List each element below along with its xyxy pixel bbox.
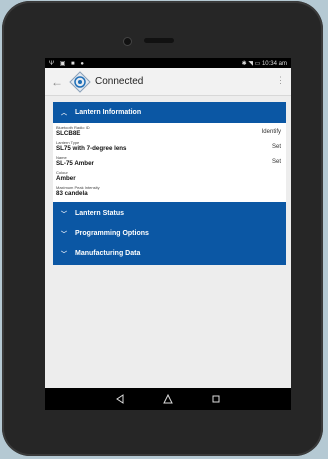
status-time: 10:34 am bbox=[261, 60, 287, 67]
overflow-menu-icon[interactable]: ⋮ bbox=[276, 75, 285, 86]
nav-home-icon[interactable] bbox=[163, 394, 173, 404]
chevron-down-icon: ﹀ bbox=[61, 211, 68, 218]
usb-icon: Ψ bbox=[49, 60, 57, 67]
front-camera bbox=[124, 38, 131, 45]
field-value: SL75 with 7-degree lens bbox=[56, 145, 127, 152]
earpiece-speaker bbox=[144, 38, 174, 43]
lantern-information-details: Bluetooth Radio ID SLCB8E Identify Lante… bbox=[53, 123, 286, 202]
set-name-button[interactable]: Set bbox=[272, 159, 281, 165]
chevron-up-icon: ︿ bbox=[61, 111, 68, 117]
wifi-icon: ◥ bbox=[248, 60, 253, 67]
image-icon: ▣ bbox=[59, 60, 68, 67]
status-bar: Ψ ▣ ■ ● ✱ ◥ ▭ 10:34 am bbox=[45, 58, 291, 68]
field-value: 83 candela bbox=[56, 190, 88, 197]
app-bar: ← Connected ⋮ bbox=[45, 68, 291, 96]
main-content: ︿ Lantern Information Bluetooth Radio ID… bbox=[53, 102, 286, 265]
set-lantern-type-button[interactable]: Set bbox=[272, 144, 281, 150]
field-value: SL-75 Amber bbox=[56, 160, 94, 167]
nav-recents-icon[interactable] bbox=[211, 394, 221, 404]
section-header-programming-options[interactable]: ﹀ Programming Options bbox=[53, 223, 286, 243]
section-header-lantern-status[interactable]: ﹀ Lantern Status bbox=[53, 203, 286, 223]
section-header-lantern-information[interactable]: ︿ Lantern Information bbox=[53, 102, 286, 123]
tablet-frame: Ψ ▣ ■ ● ✱ ◥ ▭ 10:34 am ← Connected ⋮ ︿ L… bbox=[2, 1, 323, 456]
section-title: Lantern Status bbox=[75, 209, 125, 217]
back-arrow-icon[interactable]: ← bbox=[47, 75, 67, 89]
field-bluetooth-radio-id: Bluetooth Radio ID SLCB8E Identify bbox=[56, 125, 283, 139]
chevron-down-icon: ﹀ bbox=[61, 231, 68, 238]
status-left-icons: Ψ ▣ ■ ● bbox=[49, 60, 86, 67]
field-name: Name SL-75 Amber Set bbox=[56, 155, 283, 169]
app-logo-icon bbox=[69, 70, 91, 93]
bluetooth-icon: ✱ bbox=[241, 60, 247, 67]
page-title: Connected bbox=[95, 76, 144, 87]
field-maximum-peak-intensity: Maximum Peak Intensity 83 candela bbox=[56, 185, 283, 199]
field-value: Amber bbox=[56, 175, 76, 182]
chevron-down-icon: ﹀ bbox=[61, 251, 68, 258]
navigation-bar bbox=[45, 388, 291, 410]
section-title: Lantern Information bbox=[75, 109, 142, 116]
nav-back-icon[interactable] bbox=[115, 394, 125, 404]
section-title: Programming Options bbox=[75, 229, 149, 237]
location-icon: ● bbox=[80, 60, 86, 67]
field-colour: Colour Amber bbox=[56, 170, 283, 184]
battery-icon: ▭ bbox=[254, 60, 261, 67]
status-right: ✱ ◥ ▭ 10:34 am bbox=[242, 60, 287, 67]
field-lantern-type: Lantern Type SL75 with 7-degree lens Set bbox=[56, 140, 283, 154]
identify-button[interactable]: Identify bbox=[262, 129, 281, 135]
section-title: Manufacturing Data bbox=[75, 249, 141, 257]
lock-icon: ■ bbox=[71, 60, 77, 67]
device-screen: Ψ ▣ ■ ● ✱ ◥ ▭ 10:34 am ← Connected ⋮ ︿ L… bbox=[45, 58, 291, 410]
section-header-manufacturing-data[interactable]: ﹀ Manufacturing Data bbox=[53, 243, 286, 263]
collapsed-sections: ﹀ Lantern Status ﹀ Programming Options ﹀… bbox=[53, 202, 286, 265]
field-value: SLCB8E bbox=[56, 130, 81, 137]
